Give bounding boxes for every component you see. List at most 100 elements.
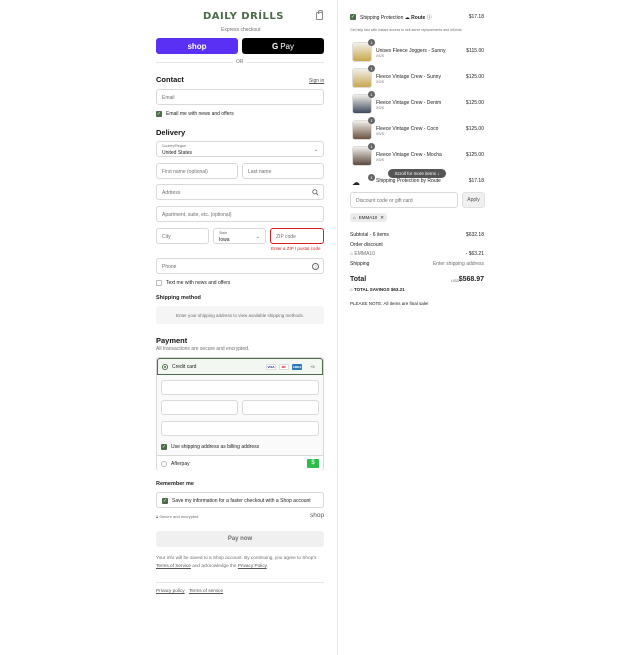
credit-card-option[interactable]: Credit card VISA MC AMEX +5	[157, 358, 323, 375]
gpay-label: Pay	[280, 41, 295, 51]
item-qty-badge: 1	[368, 117, 375, 124]
route-icon: ☁	[352, 178, 360, 186]
email-placeholder: Email	[162, 95, 175, 101]
pay-now-button[interactable]: Pay now	[156, 531, 324, 547]
text-label: Text me with news and offers	[166, 280, 231, 286]
checkout-form: DAILY DRÍLLS Express checkout shop G Pay …	[0, 0, 336, 655]
legal-end: .	[266, 562, 268, 568]
credit-card-radio[interactable]	[162, 364, 168, 370]
billing-checkbox[interactable]: ✓	[161, 444, 167, 450]
phone-placeholder: Phone	[162, 264, 177, 270]
more-cards-badge: +5	[310, 364, 315, 369]
legal-text-part2: and acknowledge the	[192, 562, 237, 568]
route-item-price: $17.18	[468, 178, 484, 184]
item-variant: XS/S	[376, 54, 384, 58]
route-brand: Route	[411, 15, 426, 21]
text-checkbox[interactable]	[156, 280, 162, 286]
protection-label-row: Shipping Protection ☁ Route ⓘ	[360, 14, 432, 21]
footer-divider	[156, 582, 324, 583]
item-price: $125.00	[465, 126, 484, 132]
phone-field[interactable]: Phone ?	[156, 258, 324, 274]
google-g-icon: G	[271, 41, 279, 51]
discount-code-label: EMMA10	[354, 251, 375, 257]
or-label: OR	[233, 59, 247, 65]
help-icon[interactable]: ?	[312, 263, 319, 270]
subtotal-value: $632.18	[465, 232, 484, 238]
route-icon: ☁	[404, 15, 410, 21]
scroll-hint-label: Scroll for more items	[394, 171, 436, 176]
shop-pay-label: shop	[187, 41, 207, 51]
news-label: Email me with news and offers	[166, 111, 234, 117]
item-variant: XS/S	[376, 80, 384, 84]
city-placeholder: City	[162, 234, 171, 240]
close-icon[interactable]: ✕	[380, 213, 384, 222]
search-icon	[312, 189, 319, 196]
first-name-field[interactable]: First name (optional)	[156, 163, 238, 179]
shop-pay-button[interactable]: shop	[156, 38, 238, 54]
state-select[interactable]: State Iowa ⌄	[213, 228, 266, 244]
visa-icon: VISA	[266, 364, 276, 370]
savings-value: $63.21	[390, 287, 405, 292]
last-name-placeholder: Last name	[248, 169, 272, 175]
shipping-label: Shipping	[350, 261, 370, 267]
city-field[interactable]: City	[156, 228, 209, 244]
protection-label: Shipping Protection	[360, 15, 404, 21]
country-select[interactable]: Country/Region United States ⌄	[156, 141, 324, 157]
google-pay-button[interactable]: G Pay	[242, 38, 324, 54]
payment-heading: Payment	[156, 336, 188, 345]
news-checkbox[interactable]: ✓	[156, 111, 162, 117]
save-info-checkbox[interactable]: ✓	[162, 498, 168, 504]
apartment-field[interactable]: Apartment, suite, etc. (optional)	[156, 206, 324, 222]
savings-label: TOTAL SAVINGS	[353, 287, 390, 292]
bag-icon[interactable]	[316, 10, 323, 20]
expiry-field[interactable]	[161, 400, 238, 415]
apply-button[interactable]: Apply	[462, 192, 485, 208]
card-number-field[interactable]	[161, 380, 319, 395]
item-qty-badge: 1	[368, 91, 375, 98]
legal-text-part1: Your info will be saved to a Shop accoun…	[156, 555, 317, 560]
item-price: $115.00	[466, 48, 484, 54]
terms-of-service-link[interactable]: Terms of service	[189, 588, 223, 593]
store-logo[interactable]: DAILY DRÍLLS	[203, 11, 284, 22]
afterpay-option[interactable]: Afterpay $	[157, 455, 323, 471]
last-name-field[interactable]: Last name	[242, 163, 324, 179]
afterpay-radio[interactable]	[161, 461, 167, 467]
sign-in-link[interactable]: Sign in	[309, 78, 324, 84]
discount-field[interactable]: Discount code or gift card	[350, 192, 458, 208]
security-code-field[interactable]	[242, 400, 319, 415]
item-price: $125.00	[465, 74, 484, 80]
privacy-link[interactable]: Privacy Policy	[238, 563, 267, 568]
zip-field[interactable]: ZIP code	[270, 228, 324, 244]
country-label: Country/Region	[162, 144, 187, 148]
order-summary: ✓ Shipping Protection ☁ Route ⓘ $17.18 G…	[337, 0, 640, 655]
state-label: State	[219, 231, 228, 235]
item-name: Fleece Vintage Crew - Sunny	[376, 74, 441, 80]
secure-text: 🔒︎ Secure and encrypted	[156, 514, 198, 519]
order-discount-label: Order discount	[350, 242, 383, 248]
zip-error: Enter a ZIP / postal code	[271, 246, 321, 251]
address-field[interactable]: Address	[156, 184, 324, 200]
first-name-placeholder: First name (optional)	[162, 169, 208, 175]
save-info-label: Save my information for a faster checkou…	[172, 498, 311, 504]
protection-price: $17.18	[468, 14, 484, 20]
shipping-method-heading: Shipping method	[156, 295, 201, 301]
savings-row: ⌂ TOTAL SAVINGS $63.21	[350, 287, 405, 292]
info-icon[interactable]: ⓘ	[427, 15, 432, 21]
item-name: Fleece Vintage Crew - Coco	[376, 126, 439, 132]
scroll-hint[interactable]: Scroll for more items ↓	[388, 169, 446, 178]
country-value: United States	[162, 149, 193, 156]
item-price: $125.00	[465, 152, 484, 158]
item-name: Fleece Vintage Crew - Denim	[376, 100, 442, 106]
protection-checkbox[interactable]: ✓	[350, 14, 356, 20]
credit-card-label: Credit card	[172, 364, 197, 370]
discount-code-row: ⌂ EMMA10	[350, 251, 375, 257]
zip-placeholder: ZIP code	[276, 234, 296, 240]
subtotal-label: Subtotal · 6 items	[350, 232, 389, 238]
item-name: Fleece Vintage Crew - Mocha	[376, 152, 442, 158]
express-checkout-title: Express checkout	[221, 27, 261, 33]
name-on-card-field[interactable]	[161, 421, 319, 436]
terms-link[interactable]: Terms of Service	[156, 563, 191, 568]
privacy-policy-link[interactable]: Privacy policy	[156, 588, 185, 593]
route-item-name: Shipping Protection by Route	[376, 178, 441, 184]
email-field[interactable]: Email	[156, 89, 324, 105]
